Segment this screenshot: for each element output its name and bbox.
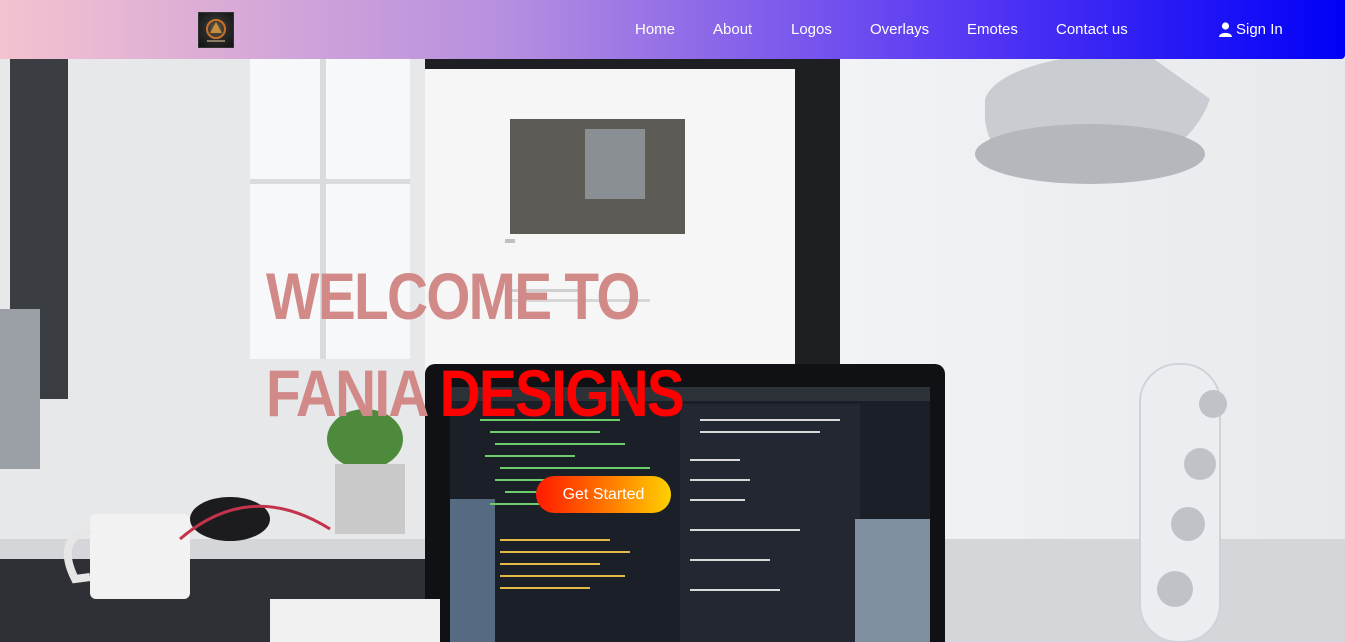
hero-headline-accent: DESIGNS (439, 356, 685, 430)
user-icon (1219, 22, 1232, 37)
sign-in-link[interactable]: Sign In (1219, 21, 1283, 38)
get-started-button[interactable]: Get Started (536, 476, 671, 513)
nav-overlays[interactable]: Overlays (870, 21, 929, 38)
nav-logos[interactable]: Logos (791, 21, 832, 38)
nav-about[interactable]: About (713, 21, 752, 38)
nav-emotes[interactable]: Emotes (967, 21, 1018, 38)
nav-home[interactable]: Home (635, 21, 675, 38)
logo-emblem-icon (206, 19, 226, 42)
hero-headline-line2: FANIA DESIGNS (266, 360, 685, 426)
top-navbar: Home About Logos Overlays Emotes Contact… (0, 0, 1345, 59)
brand-logo[interactable] (198, 12, 234, 48)
hero-section: WELCOME TO FANIA DESIGNS Get Started (0, 59, 1345, 642)
hero-headline-line1: WELCOME TO (266, 259, 640, 333)
hero-background-image (0, 59, 1345, 642)
sign-in-label: Sign In (1236, 21, 1283, 38)
hero-headline-prefix: FANIA (266, 356, 440, 430)
nav-contact-us[interactable]: Contact us (1056, 21, 1128, 38)
